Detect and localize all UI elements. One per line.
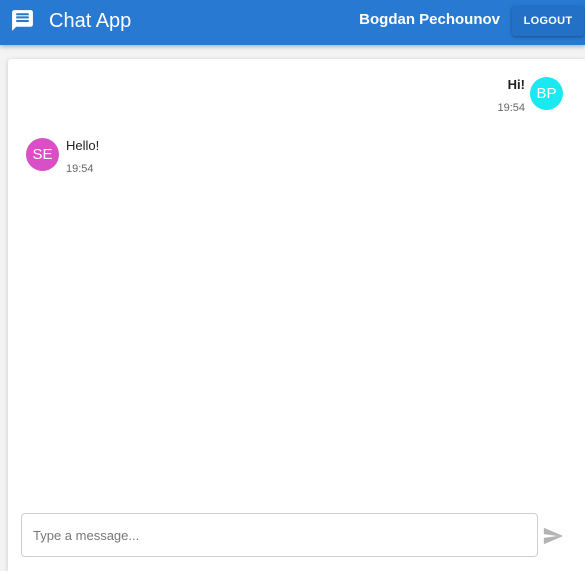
message-time: 19:54: [66, 163, 94, 175]
message-input[interactable]: [22, 514, 537, 556]
avatar: SE: [26, 138, 59, 171]
message-text: Hi!: [507, 77, 525, 92]
message-text: Hello!: [66, 138, 100, 153]
app-bar: Chat App Bogdan Pechounov LOGOUT: [0, 0, 585, 45]
user-name: Bogdan Pechounov: [359, 11, 500, 28]
app-title: Chat App: [49, 10, 132, 32]
message-time: 19:54: [497, 102, 525, 114]
logout-button[interactable]: LOGOUT: [512, 6, 584, 36]
send-icon: [543, 527, 564, 545]
chat-bubble-icon: [12, 10, 33, 31]
avatar: BP: [530, 77, 563, 110]
send-button[interactable]: [542, 525, 564, 547]
chat-panel: BP Hi! 19:54 SE Hello! 19:54: [8, 59, 585, 571]
message-composer: [21, 513, 538, 557]
